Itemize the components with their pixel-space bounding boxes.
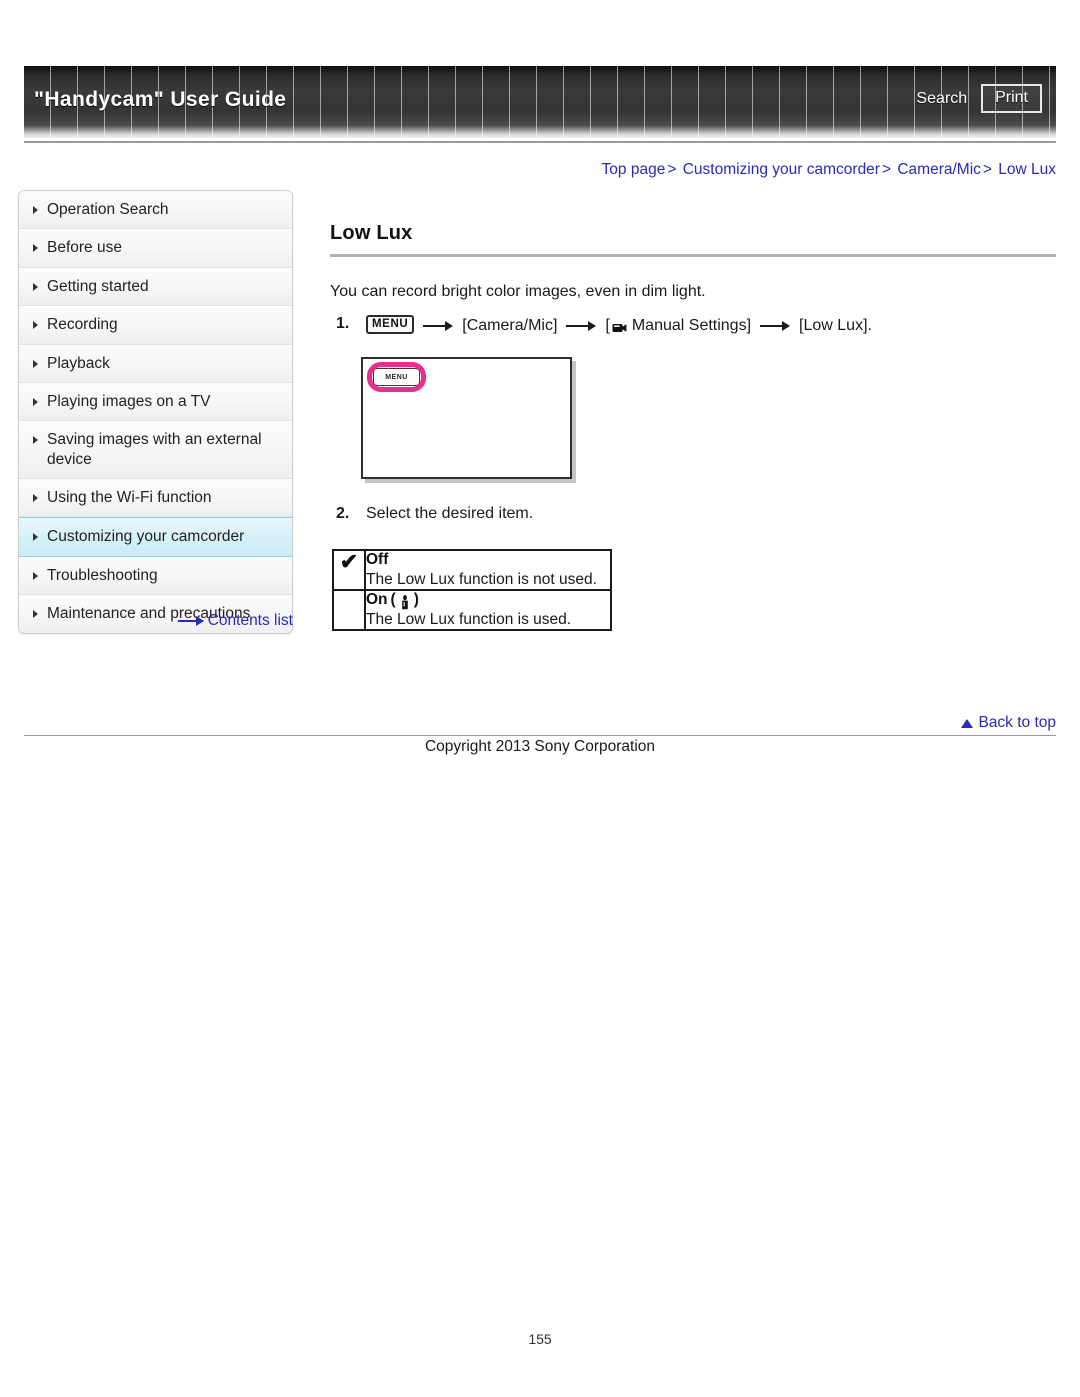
- chevron-right-icon: [33, 571, 38, 580]
- chevron-right-icon: [33, 359, 38, 368]
- arrow-right-icon: [760, 320, 791, 332]
- search-button[interactable]: Search: [916, 90, 967, 108]
- footer-divider: [24, 735, 1056, 736]
- menu-button-icon: MENU: [366, 315, 415, 335]
- step-body: MENU [Camera/Mic] [ Manual Settings] [Lo…: [366, 315, 1056, 335]
- option-name-row: Off: [366, 551, 610, 569]
- step-2: 2. Select the desired item.: [330, 505, 1056, 523]
- sidebar-item-label: Troubleshooting: [47, 566, 158, 584]
- breadcrumb-item-camera-mic[interactable]: Camera/Mic: [897, 161, 981, 178]
- arrow-right-icon: [566, 320, 597, 332]
- illustration-menu-button: MENU: [373, 368, 420, 387]
- triangle-up-icon: [961, 718, 974, 728]
- chevron-right-icon: [33, 436, 38, 445]
- app-title: "Handycam" User Guide: [34, 88, 287, 111]
- intro-text: You can record bright color images, even…: [330, 283, 706, 300]
- sidebar-item-label: Playback: [47, 354, 110, 372]
- breadcrumb: Top page > Customizing your camcorder > Ca…: [602, 161, 1056, 179]
- option-name: On: [366, 591, 388, 609]
- check-icon: ✔: [339, 549, 359, 575]
- screen-illustration: MENU: [361, 357, 572, 480]
- sidebar-item-getting-started[interactable]: Getting started: [19, 267, 292, 307]
- sidebar-item-label: Operation Search: [47, 201, 169, 218]
- sidebar-item-operation-search[interactable]: Operation Search: [19, 191, 292, 230]
- step-number: 1.: [336, 315, 350, 332]
- sidebar-item-label: Saving images with an external device: [47, 431, 262, 468]
- sidebar-item-customizing-your-camcorder[interactable]: Customizing your camcorder: [19, 517, 292, 557]
- option-name: Off: [366, 551, 389, 569]
- sidebar-item-before-use[interactable]: Before use: [19, 229, 292, 268]
- table-row[interactable]: On ( ) The Low Lux function is used.: [332, 589, 612, 632]
- option-paren-open: (: [390, 591, 396, 609]
- chevron-right-icon: [33, 321, 38, 330]
- contents-list-label: Contents list: [207, 612, 293, 629]
- chevron-right-icon: [33, 244, 38, 253]
- breadcrumb-separator: >: [881, 161, 892, 178]
- header-banner-background: "Handycam" User Guide Search Print: [24, 66, 1056, 138]
- sidebar-item-saving-images-with-an-external-device[interactable]: Saving images with an external device: [19, 421, 292, 479]
- sidebar-item-recording[interactable]: Recording: [19, 306, 292, 345]
- options-table: ✔ Off The Low Lux function is not used. …: [332, 549, 612, 632]
- copyright-text: Copyright 2013 Sony Corporation: [424, 738, 656, 755]
- breadcrumb-item-customizing-your-camcorder[interactable]: Customizing your camcorder: [683, 161, 880, 178]
- chevron-right-icon: [33, 494, 38, 502]
- back-to-top-link[interactable]: Back to top: [961, 714, 1056, 732]
- header-divider: [24, 141, 1056, 143]
- back-to-top-label: Back to top: [978, 714, 1056, 731]
- title-divider: [330, 254, 1056, 257]
- sidebar-item-label: Recording: [47, 316, 118, 334]
- sidebar-item-label: Using the Wi-Fi function: [47, 489, 212, 506]
- header-banner: "Handycam" User Guide Search Print: [24, 66, 1056, 138]
- chevron-right-icon: [33, 533, 38, 542]
- candle-icon: [399, 594, 411, 610]
- sidebar-item-playing-images-on-a-tv[interactable]: Playing images on a TV: [19, 382, 292, 422]
- step-body: Select the desired item.: [366, 505, 1056, 523]
- chevron-right-icon: [33, 282, 38, 291]
- breadcrumb-item-low-lux[interactable]: Low Lux: [998, 161, 1056, 178]
- sidebar-item-label: Before use: [47, 239, 122, 257]
- selected-indicator-cell: [332, 589, 366, 632]
- camcorder-icon: [612, 321, 627, 333]
- contents-list-link[interactable]: Contents list: [18, 612, 293, 630]
- sidebar-item-playback[interactable]: Playback: [19, 344, 292, 383]
- option-cell: Off The Low Lux function is not used.: [364, 549, 612, 592]
- selected-indicator-cell: ✔: [332, 549, 366, 592]
- main-content: Low Lux You can record bright color imag…: [330, 222, 1056, 632]
- step-bracket-open: [: [605, 316, 610, 334]
- option-description: The Low Lux function is not used.: [366, 571, 597, 589]
- sidebar-item-troubleshooting[interactable]: Troubleshooting: [19, 556, 292, 596]
- breadcrumb-item-top-page[interactable]: Top page: [602, 161, 666, 178]
- sidebar-item-label: Playing images on a TV: [47, 392, 211, 410]
- page-title: Low Lux: [330, 222, 413, 244]
- step-part-low-lux: [Low Lux].: [799, 316, 872, 334]
- table-row[interactable]: ✔ Off The Low Lux function is not used.: [332, 549, 612, 592]
- option-paren-close: ): [413, 591, 419, 609]
- option-name-row: On ( ): [366, 591, 610, 609]
- page-number: 155: [528, 1331, 552, 1347]
- step-1: 1. MENU [Camera/Mic] [ Manual Settings] …: [330, 315, 1056, 335]
- arrow-right-icon: [423, 320, 454, 332]
- step-part-manual-settings: Manual Settings]: [631, 316, 752, 334]
- arrow-right-icon: [177, 616, 204, 626]
- step-number: 2.: [336, 505, 350, 523]
- sidebar-item-label: Getting started: [47, 277, 149, 295]
- chevron-right-icon: [33, 397, 38, 406]
- header-actions: Search Print: [916, 84, 1042, 113]
- breadcrumb-separator: >: [982, 161, 992, 178]
- sidebar-item-label: Customizing your camcorder: [47, 528, 245, 546]
- sidebar-nav: Operation Search Before use Getting star…: [18, 190, 293, 634]
- step-part-camera-mic: [Camera/Mic]: [462, 316, 558, 334]
- option-cell: On ( ) The Low Lux function is used.: [364, 589, 612, 632]
- print-button[interactable]: Print: [981, 84, 1042, 113]
- breadcrumb-separator: >: [667, 161, 677, 178]
- sidebar-item-using-the-wi-fi-function[interactable]: Using the Wi-Fi function: [19, 479, 292, 518]
- option-description: The Low Lux function is used.: [366, 611, 572, 629]
- step-text: Select the desired item.: [366, 505, 534, 523]
- chevron-right-icon: [33, 206, 38, 214]
